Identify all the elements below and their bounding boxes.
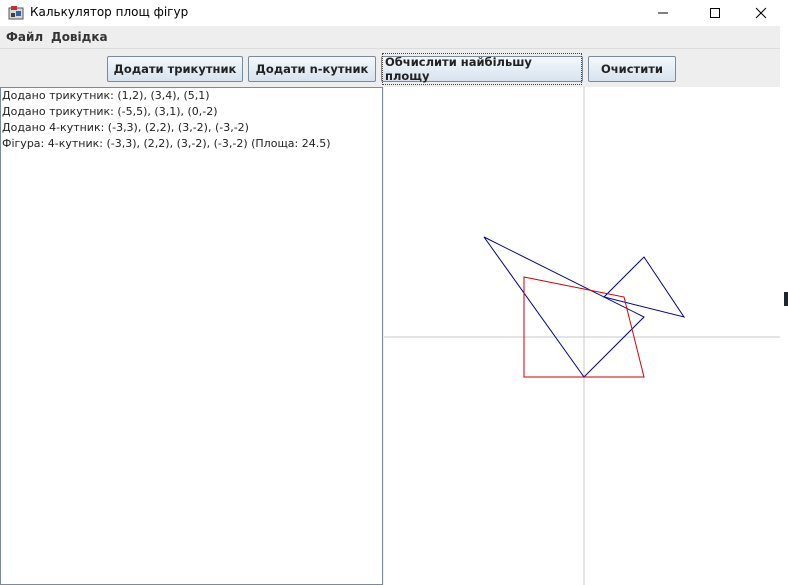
close-icon bbox=[755, 7, 767, 19]
close-button[interactable] bbox=[738, 0, 784, 26]
triangle-shape-2 bbox=[483, 236, 645, 378]
toolbar: Додати трикутник Додати n-кутник Обчисли… bbox=[0, 48, 780, 86]
minimize-button[interactable] bbox=[640, 0, 686, 26]
triangle-shape-1 bbox=[603, 256, 686, 318]
log-line: Додано трикутник: (-5,5), (3,1), (0,-2) bbox=[2, 105, 218, 118]
drawing-canvas[interactable] bbox=[384, 87, 780, 585]
maximize-button[interactable] bbox=[692, 0, 738, 26]
app-window: Калькулятор площ фігур Файл Довідка Дода… bbox=[0, 0, 780, 585]
app-icon bbox=[8, 6, 24, 20]
add-triangle-button[interactable]: Додати трикутник bbox=[107, 56, 243, 82]
edge-mark bbox=[784, 292, 788, 306]
minimize-icon bbox=[658, 12, 668, 14]
add-ngon-button[interactable]: Додати n-кутник bbox=[248, 56, 376, 82]
window-title: Калькулятор площ фігур bbox=[30, 5, 189, 19]
compute-max-area-button[interactable]: Обчислити найбільшу площу bbox=[381, 53, 583, 85]
compute-max-area-label: Обчислити найбільшу площу bbox=[382, 53, 582, 85]
plot-svg bbox=[384, 87, 780, 585]
menu-help[interactable]: Довідка bbox=[51, 30, 108, 44]
maximize-icon bbox=[710, 8, 720, 18]
log-line: Додано трикутник: (1,2), (3,4), (5,1) bbox=[2, 89, 210, 102]
log-line: Додано 4-кутник: (-3,3), (2,2), (3,-2), … bbox=[2, 121, 249, 134]
menu-bar: Файл Довідка bbox=[0, 26, 780, 48]
menu-file[interactable]: Файл bbox=[6, 30, 43, 44]
shape-log[interactable]: Додано трикутник: (1,2), (3,4), (5,1) До… bbox=[0, 87, 383, 585]
clear-button[interactable]: Очистити bbox=[588, 56, 676, 82]
title-bar: Калькулятор площ фігур bbox=[0, 0, 780, 26]
log-line: Фігура: 4-кутник: (-3,3), (2,2), (3,-2),… bbox=[2, 137, 331, 150]
